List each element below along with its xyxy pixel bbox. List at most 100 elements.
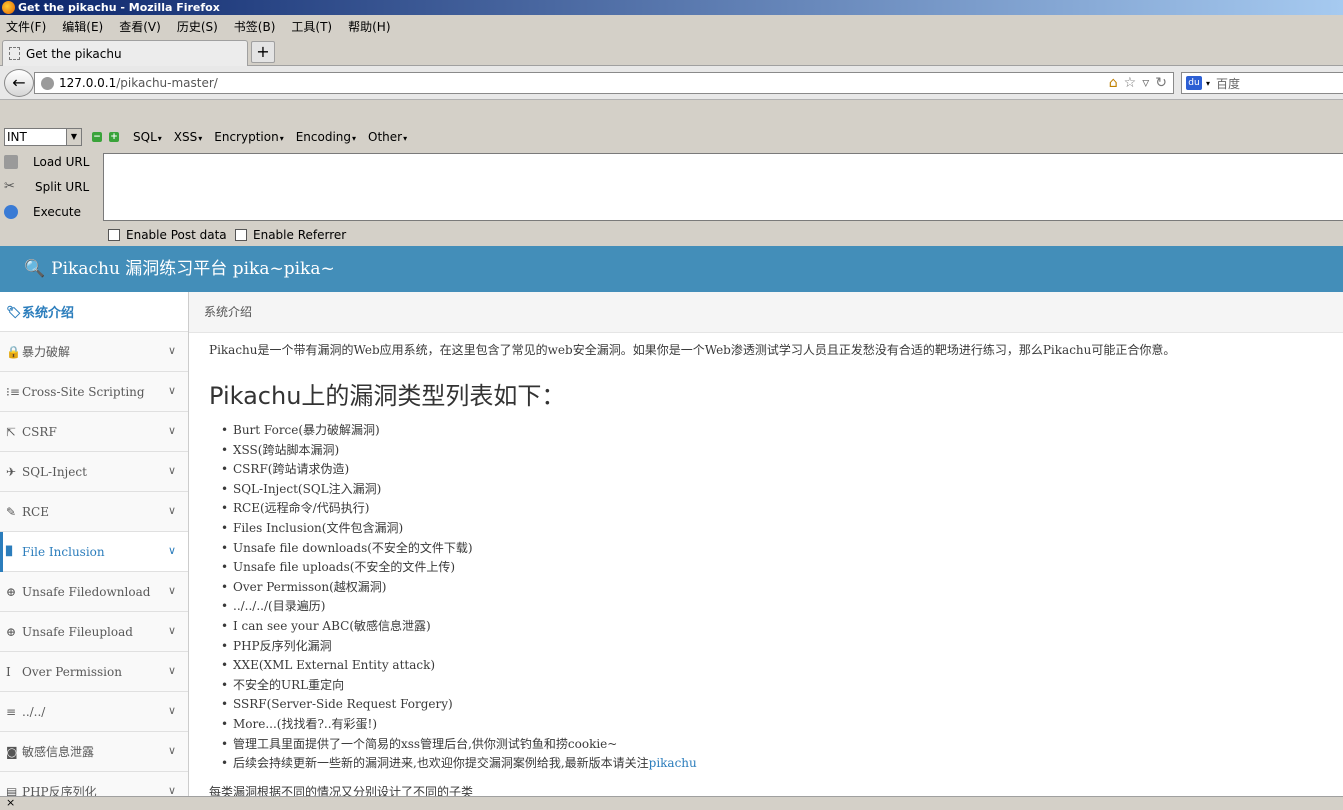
sidebar-item-over-permission[interactable]: I Over Permission ∨ (0, 652, 188, 692)
sidebar-item-brute-force[interactable]: 🔒 暴力破解 ∨ (0, 332, 188, 372)
list-item: Unsafe file uploads(不安全的文件上传) (221, 558, 1329, 578)
status-bar: × (0, 796, 1343, 810)
list-item: Over Permisson(越权漏洞) (221, 578, 1329, 598)
sidebar-item-unsafe-fileupload[interactable]: ⊕ Unsafe Fileupload ∨ (0, 612, 188, 652)
subcategory-note: 每类漏洞根据不同的情况又分别设计了不同的子类 (209, 784, 474, 796)
decrease-icon[interactable]: − (92, 132, 102, 142)
sql-menu[interactable]: SQL (133, 130, 162, 144)
menu-bookmarks[interactable]: 书签(B) (234, 18, 276, 35)
chevron-down-icon: ∨ (167, 584, 176, 597)
sidebar-item-rce[interactable]: ✎ RCE ∨ (0, 492, 188, 532)
list-item: PHP反序列化漏洞 (221, 637, 1329, 657)
execute-label: Execute (33, 205, 81, 219)
menu-history[interactable]: 历史(S) (177, 18, 218, 35)
menu-tools[interactable]: 工具(T) (291, 18, 332, 35)
new-tab-button[interactable]: + (251, 41, 275, 63)
sidebar-item-label: CSRF (22, 424, 57, 439)
search-bar[interactable]: du ▾ 百度 (1181, 72, 1343, 94)
baidu-engine-icon[interactable]: du (1186, 76, 1202, 90)
load-url-button[interactable]: Load URL (4, 155, 89, 169)
chevron-down-icon: ∨ (167, 384, 176, 397)
url-path: /pikachu-master/ (116, 76, 218, 90)
sidebar-item-label: 敏感信息泄露 (22, 745, 95, 759)
back-button[interactable]: ← (4, 69, 34, 97)
referrer-checkbox-box[interactable] (235, 229, 247, 241)
vuln-list-heading: Pikachu上的漏洞类型列表如下： (209, 382, 566, 410)
intro-text: Pikachu是一个带有漏洞的Web应用系统，在这里包含了常见的web安全漏洞。… (209, 343, 1176, 357)
sidebar-item-info-leak[interactable]: ◙ 敏感信息泄露 ∨ (0, 732, 188, 772)
sidebar-item-file-inclusion[interactable]: ▉ File Inclusion ∨ (0, 532, 188, 572)
split-url-button[interactable]: ✂ Split URL (4, 180, 90, 195)
chevron-down-icon: ∨ (167, 664, 176, 677)
list-item: CSRF(跨站请求伪造) (221, 460, 1329, 480)
sidebar: 🏷 系统介绍 🔒 暴力破解 ∨ ⁝≡ Cross-Site Scripting … (0, 292, 189, 796)
post-checkbox-box[interactable] (108, 229, 120, 241)
url-textarea[interactable] (103, 153, 1343, 221)
sidebar-item-csrf[interactable]: ⇱ CSRF ∨ (0, 412, 188, 452)
menu-edit[interactable]: 编辑(E) (62, 18, 103, 35)
list-item: Files Inclusion(文件包含漏洞) (221, 519, 1329, 539)
menu-view[interactable]: 查看(V) (119, 18, 161, 35)
chevron-down-icon: ∨ (167, 344, 176, 357)
bookmark-star-icon[interactable]: ☆ (1124, 75, 1137, 91)
page-icon (9, 47, 20, 60)
sidebar-item-unsafe-filedownload[interactable]: ⊕ Unsafe Filedownload ∨ (0, 572, 188, 612)
sidebar-item-label: 系统介绍 (22, 306, 75, 321)
menu-bar: 文件(F) 编辑(E) 查看(V) 历史(S) 书签(B) 工具(T) 帮助(H… (0, 15, 1343, 38)
lock-icon: 🔒 (6, 344, 21, 359)
url-host: 127.0.0.1 (59, 76, 117, 90)
back-arrow-icon: ← (12, 73, 26, 92)
list-item: SSRF(Server-Side Request Forgery) (221, 695, 1329, 715)
select-arrow-icon[interactable]: ▼ (66, 129, 81, 145)
sidebar-item-dir-traversal[interactable]: ≡ ../../ ∨ (0, 692, 188, 732)
sidebar-item-system-intro[interactable]: 🏷 系统介绍 (0, 292, 188, 332)
breadcrumb: 系统介绍 (189, 292, 1343, 333)
camera-icon: ◙ (6, 744, 18, 759)
xss-menu[interactable]: XSS (174, 130, 202, 144)
plane-icon: ✈ (6, 464, 17, 479)
menu-help[interactable]: 帮助(H) (348, 18, 390, 35)
chevron-down-icon: ∨ (167, 744, 176, 757)
sidebar-item-label: File Inclusion (22, 544, 105, 559)
menu-file[interactable]: 文件(F) (6, 18, 46, 35)
home-icon[interactable]: ⌂ (1109, 75, 1118, 91)
share-icon: ⇱ (6, 424, 17, 439)
site-title[interactable]: Pikachu 漏洞练习平台 pika~pika~ (51, 259, 335, 279)
increase-icon[interactable]: + (109, 132, 119, 142)
close-icon[interactable]: × (6, 796, 15, 809)
split-url-label: Split URL (35, 180, 90, 194)
php-icon: ▤ (6, 784, 18, 797)
enable-referrer-checkbox[interactable]: Enable Referrer (235, 228, 346, 242)
firefox-icon (2, 1, 15, 14)
hackbar-panel: INT ▼ − + SQL XSS Encryption Encoding Ot… (0, 100, 1343, 246)
dropdown-icon[interactable]: ▿ (1142, 75, 1149, 91)
reload-icon[interactable]: ↻ (1155, 75, 1167, 91)
list-item: RCE(远程命令/代码执行) (221, 499, 1329, 519)
sidebar-item-label: SQL-Inject (22, 464, 87, 479)
sidebar-item-sql-inject[interactable]: ✈ SQL-Inject ∨ (0, 452, 188, 492)
enable-post-checkbox[interactable]: Enable Post data (108, 228, 227, 242)
list-item: Unsafe file downloads(不安全的文件下载) (221, 539, 1329, 559)
tab-get-the-pikachu[interactable]: Get the pikachu (2, 40, 248, 66)
sidebar-item-label: ../../ (22, 704, 46, 719)
tag-icon: 🏷 (6, 304, 22, 319)
file-icon: ▉ (6, 546, 13, 557)
url-bar-icons: ⌂ ☆ ▿ ↻ (1109, 75, 1167, 91)
select-value: INT (7, 130, 27, 144)
pikachu-link[interactable]: pikachu (649, 756, 697, 770)
execute-button[interactable]: Execute (4, 205, 81, 219)
globe-icon (41, 76, 54, 90)
encoding-menu[interactable]: Encoding (296, 130, 356, 144)
url-bar[interactable]: 127.0.0.1/pikachu-master/ ⌂ ☆ ▿ ↻ (34, 72, 1174, 94)
text-cursor-icon: I (6, 664, 11, 679)
sidebar-item-label: RCE (22, 504, 49, 519)
sidebar-item-label: Over Permission (22, 664, 122, 679)
engine-dropdown-icon[interactable]: ▾ (1206, 79, 1210, 88)
list-item: SQL-Inject(SQL注入漏洞) (221, 480, 1329, 500)
other-menu[interactable]: Other (368, 130, 407, 144)
sidebar-item-xss[interactable]: ⁝≡ Cross-Site Scripting ∨ (0, 372, 188, 412)
encoding-type-select[interactable]: INT ▼ (4, 128, 82, 146)
encryption-menu[interactable]: Encryption (214, 130, 283, 144)
list-item: XSS(跨站脚本漏洞) (221, 441, 1329, 461)
sidebar-item-php-unserialize[interactable]: ▤ PHP反序列化 ∨ (0, 772, 188, 796)
